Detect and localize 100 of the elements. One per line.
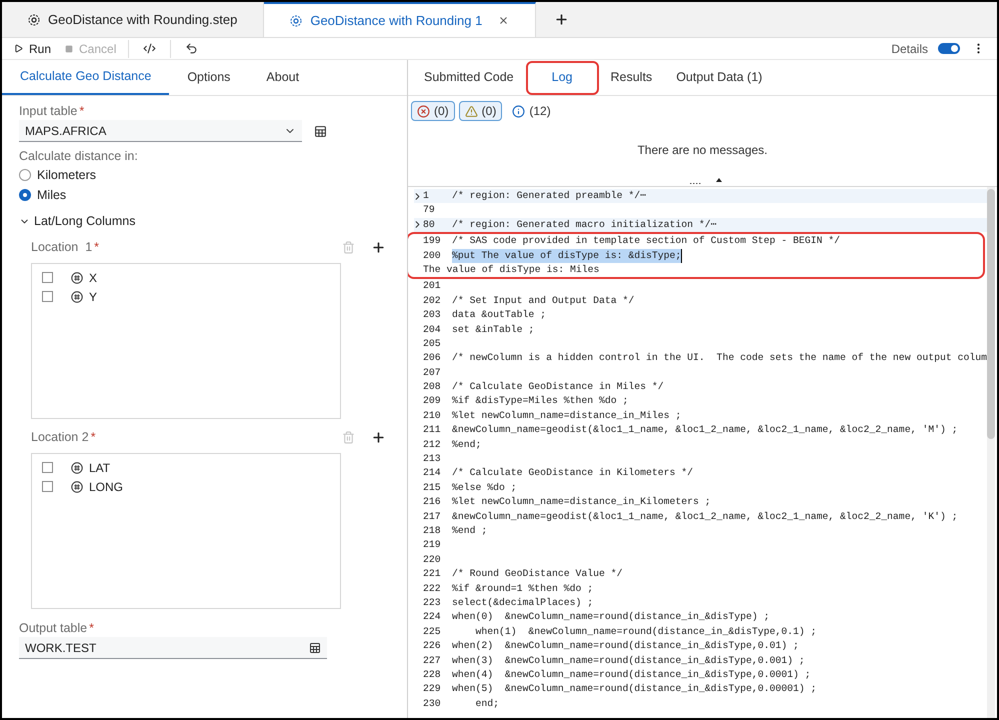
table-select-icon[interactable] bbox=[309, 642, 321, 654]
log-output-line: The value of disType is: Miles bbox=[423, 262, 600, 277]
table-select-icon[interactable] bbox=[314, 124, 327, 138]
result-tab[interactable]: Log bbox=[526, 60, 598, 94]
field-label: Location 2 * bbox=[31, 428, 96, 446]
tab-title: GeoDistance with Rounding 1 bbox=[310, 12, 482, 30]
line-number: 202 bbox=[423, 294, 441, 308]
line-number: 224 bbox=[423, 610, 441, 624]
line-number: 210 bbox=[423, 408, 441, 423]
line-number: 228 bbox=[423, 668, 441, 682]
code-line: %let newColumn_name=distance_in_Miles ; bbox=[452, 408, 682, 423]
line-number: 205 bbox=[423, 336, 441, 351]
code-line: %end; bbox=[452, 438, 482, 452]
checkbox[interactable] bbox=[42, 462, 53, 473]
radio-label: Miles bbox=[37, 186, 66, 204]
line-number: 220 bbox=[423, 552, 441, 567]
code-line: when(3) &newColumn_name=round(distance_in_&disType,0.001) ; bbox=[452, 654, 805, 668]
code-line: %else %do ; bbox=[452, 480, 517, 495]
log-filter-button[interactable]: (0) bbox=[458, 101, 502, 121]
details-label: Details bbox=[891, 40, 928, 58]
log-filter-button[interactable]: (0) bbox=[411, 101, 455, 121]
line-number: 217 bbox=[423, 510, 441, 524]
line-number: 223 bbox=[423, 596, 441, 610]
line-number: 201 bbox=[423, 279, 441, 294]
column-name: Y bbox=[89, 288, 98, 306]
close-icon[interactable] bbox=[498, 15, 510, 26]
checkbox[interactable] bbox=[42, 272, 53, 283]
line-number: 215 bbox=[423, 480, 441, 495]
column-name: X bbox=[89, 270, 98, 286]
line-number: 229 bbox=[423, 682, 441, 696]
code-line: when(2) &newColumn_name=round(distance_in_&disType,0.01) ; bbox=[452, 639, 799, 654]
step-tab[interactable]: Options bbox=[169, 60, 248, 95]
line-number: 203 bbox=[423, 308, 441, 322]
line-number: 218 bbox=[423, 524, 441, 538]
result-tab[interactable]: Results bbox=[602, 60, 660, 94]
result-tab[interactable]: Submitted Code bbox=[416, 60, 522, 94]
empty-message: There are no messages. bbox=[637, 142, 768, 158]
code-line: set &inTable ; bbox=[452, 322, 534, 337]
line-number: 213 bbox=[423, 452, 441, 466]
code-line: when(1) &newColumn_name=round(distance_in_&disType,0.1) ; bbox=[474, 624, 817, 639]
step-tab[interactable]: About bbox=[248, 60, 318, 95]
info-icon bbox=[512, 104, 526, 118]
code-icon[interactable] bbox=[143, 42, 156, 55]
tab-title: GeoDistance with Rounding.step bbox=[48, 10, 238, 29]
code-line: /* Calculate GeoDistance in Kilometers */ bbox=[452, 466, 694, 480]
field-label: Calculate distance in: bbox=[19, 148, 139, 165]
step-icon bbox=[28, 14, 40, 26]
line-number: 226 bbox=[423, 639, 441, 654]
code-line: when(4) &newColumn_name=round(distance_in_&disType,0.0001) ; bbox=[452, 668, 811, 682]
add-icon[interactable] bbox=[371, 240, 386, 254]
code-line: /* region: Generated macro initialization */⋯ bbox=[452, 218, 717, 232]
field-label: Output table * bbox=[19, 620, 95, 637]
radio-button[interactable] bbox=[19, 169, 31, 181]
line-number: 199 bbox=[423, 234, 441, 248]
line-number: 1 bbox=[423, 189, 429, 203]
code-line: %if &round=1 %then %do ; bbox=[452, 582, 594, 596]
result-tab[interactable]: Output Data (1) bbox=[668, 60, 770, 94]
line-number: 206 bbox=[423, 351, 441, 366]
step-tab[interactable]: Calculate Geo Distance bbox=[2, 60, 170, 95]
line-number: 79 bbox=[423, 203, 435, 218]
field-label: Location 1 * bbox=[31, 238, 100, 256]
log-filter-button[interactable]: (12) bbox=[506, 101, 557, 121]
code-line: /* newColumn is a hidden control in the UI. The code sets the name of the new output colum bbox=[452, 351, 987, 366]
output-table-field[interactable]: WORK.TEST bbox=[19, 637, 327, 659]
required-mark: * bbox=[90, 430, 96, 444]
required-mark: * bbox=[79, 104, 84, 118]
add-icon[interactable] bbox=[371, 430, 386, 444]
line-number: 208 bbox=[423, 380, 441, 394]
code-line: /* Set Input and Output Data */ bbox=[452, 294, 634, 308]
code-line: /* region: Generated preamble */⋯ bbox=[452, 189, 646, 203]
folded-region-row[interactable]: 1 /* region: Generated preamble */⋯ bbox=[414, 189, 987, 204]
column-name: LAT bbox=[89, 460, 110, 476]
input-table-dropdown[interactable]: MAPS.AFRICA bbox=[19, 120, 302, 142]
required-mark: * bbox=[89, 621, 94, 635]
radio-label: Kilometers bbox=[37, 166, 96, 184]
radio-button[interactable] bbox=[19, 189, 31, 201]
code-line: &newColumn_name=geodist(&loc1_1_name, &loc1_2_name, &loc2_1_name, &loc2_2_name, 'K') ; bbox=[452, 510, 958, 524]
numeric-column-icon bbox=[71, 480, 83, 492]
folded-region-row[interactable]: 80 /* region: Generated macro initialization */⋯ bbox=[414, 218, 987, 232]
checkbox[interactable] bbox=[42, 291, 53, 302]
step-icon bbox=[290, 14, 302, 26]
checkbox[interactable] bbox=[42, 481, 53, 492]
reset-icon[interactable] bbox=[185, 42, 198, 55]
code-line: %end ; bbox=[452, 524, 488, 538]
code-line: when(5) &newColumn_name=round(distance_in_&disType,0.00001) ; bbox=[452, 682, 817, 696]
line-number: 207 bbox=[423, 366, 441, 380]
scrollbar[interactable] bbox=[987, 187, 995, 718]
code-line: /* Calculate GeoDistance in Miles */ bbox=[452, 380, 664, 394]
details-toggle[interactable] bbox=[938, 43, 960, 54]
line-number: 211 bbox=[423, 423, 441, 438]
code-line: end; bbox=[474, 696, 500, 711]
code-line: /* SAS code provided in template section of Custom Step - BEGIN */ bbox=[452, 234, 840, 248]
editor-tab[interactable]: GeoDistance with Rounding 1 bbox=[264, 2, 536, 37]
line-number: 222 bbox=[423, 582, 441, 596]
section-title: Lat/Long Columns bbox=[34, 212, 136, 230]
new-tab-icon[interactable] bbox=[554, 12, 570, 27]
run-button[interactable]: Run bbox=[14, 40, 66, 58]
line-number: 225 bbox=[423, 624, 441, 639]
line-number: 204 bbox=[423, 322, 441, 337]
numeric-column-icon bbox=[71, 290, 83, 302]
